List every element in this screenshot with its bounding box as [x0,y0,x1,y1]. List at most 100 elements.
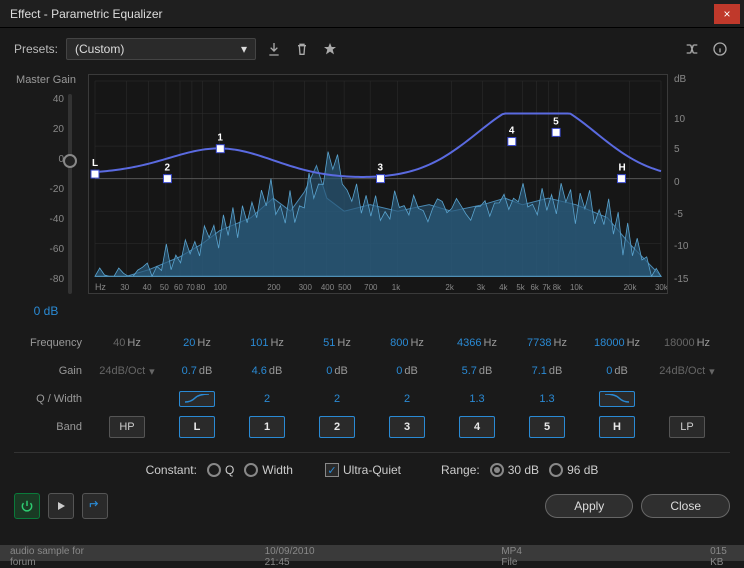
q-cell-3[interactable]: 2 [372,388,442,410]
freq-cell-3[interactable]: 800Hz [372,332,442,354]
svg-text:3: 3 [377,163,383,174]
band-button-HP[interactable]: HP [109,416,145,438]
freq-cell-2[interactable]: 51Hz [302,332,372,354]
power-button[interactable] [14,493,40,519]
q-cell-HP [92,388,162,410]
svg-text:6k: 6k [530,283,538,292]
low-shelf-icon [179,391,215,407]
svg-text:3k: 3k [477,283,485,292]
gain-cell-1[interactable]: 4.6dB [232,360,302,382]
radio-width[interactable]: Width [244,463,293,477]
gain-cell-HP[interactable]: 24dB/Oct▾ [92,360,162,382]
svg-text:30: 30 [120,283,129,292]
freq-cell-L[interactable]: 20Hz [162,332,232,354]
svg-text:4k: 4k [499,283,507,292]
band-button-LP[interactable]: LP [669,416,705,438]
shelf-high[interactable] [582,388,652,410]
row-gain-label: Gain [14,360,92,382]
gain-cell-2[interactable]: 0dB [302,360,372,382]
range-label: Range: [441,463,480,477]
radio-30db[interactable]: 30 dB [490,463,539,477]
eq-point-1[interactable] [216,145,224,153]
favorite-icon[interactable] [320,39,340,59]
high-shelf-icon [599,391,635,407]
info-icon[interactable] [710,39,730,59]
close-icon[interactable]: × [714,4,740,24]
row-band-label: Band [14,416,92,438]
band-button-3[interactable]: 3 [389,416,425,438]
svg-text:7k: 7k [542,283,550,292]
save-preset-icon[interactable] [264,39,284,59]
preset-value: (Custom) [75,42,124,56]
radio-96db[interactable]: 96 dB [549,463,598,477]
svg-text:30k: 30k [655,283,667,292]
gain-cell-LP[interactable]: 24dB/Oct▾ [652,360,722,382]
close-button[interactable]: Close [641,494,730,518]
shelf-low[interactable] [162,388,232,410]
eq-point-H[interactable] [617,175,625,183]
window-title: Effect - Parametric Equalizer [10,7,714,21]
svg-text:80: 80 [196,283,205,292]
q-cell-4[interactable]: 1.3 [442,388,512,410]
routing-icon[interactable] [682,39,702,59]
band-button-4[interactable]: 4 [459,416,495,438]
svg-text:1k: 1k [392,283,400,292]
svg-text:100: 100 [214,283,228,292]
svg-text:H: H [618,163,625,174]
q-cell-LP [652,388,722,410]
loop-button[interactable] [82,493,108,519]
gain-cell-H[interactable]: 0dB [582,360,652,382]
master-gain-knob[interactable] [63,154,77,168]
svg-text:500: 500 [338,283,352,292]
band-button-1[interactable]: 1 [249,416,285,438]
freq-cell-1[interactable]: 101Hz [232,332,302,354]
band-button-5[interactable]: 5 [529,416,565,438]
band-button-L[interactable]: L [179,416,215,438]
svg-text:5: 5 [553,116,559,127]
freq-cell-HP[interactable]: 40Hz [92,332,162,354]
band-button-H[interactable]: H [599,416,635,438]
svg-text:L: L [92,158,98,169]
gain-cell-L[interactable]: 0.7dB [162,360,232,382]
presets-label: Presets: [14,42,58,56]
svg-text:5k: 5k [516,283,524,292]
eq-point-L[interactable] [91,170,99,178]
play-button[interactable] [48,493,74,519]
gain-cell-3[interactable]: 0dB [372,360,442,382]
svg-text:2k: 2k [445,283,453,292]
band-button-2[interactable]: 2 [319,416,355,438]
gain-cell-4[interactable]: 5.7dB [442,360,512,382]
svg-text:300: 300 [299,283,313,292]
radio-q[interactable]: Q [207,463,234,477]
svg-text:20k: 20k [624,283,637,292]
q-cell-5[interactable]: 1.3 [512,388,582,410]
master-gain-value: 0 dB [14,304,78,318]
svg-text:700: 700 [364,283,378,292]
eq-point-4[interactable] [508,138,516,146]
freq-cell-H[interactable]: 18000Hz [582,332,652,354]
q-cell-1[interactable]: 2 [232,388,302,410]
freq-cell-5[interactable]: 7738Hz [512,332,582,354]
check-ultra-quiet[interactable]: ✓Ultra-Quiet [325,463,401,477]
master-gain-slider[interactable]: 40 20 0 -20 -40 -60 -80 [36,94,78,294]
svg-text:400: 400 [321,283,335,292]
constant-label: Constant: [146,463,197,477]
eq-point-3[interactable] [376,175,384,183]
eq-point-2[interactable] [163,175,171,183]
presets-dropdown[interactable]: (Custom) ▾ [66,38,256,60]
row-q-label: Q / Width [14,388,92,410]
freq-cell-4[interactable]: 4366Hz [442,332,512,354]
svg-text:10k: 10k [570,283,583,292]
svg-text:8k: 8k [553,283,561,292]
eq-point-5[interactable] [552,128,560,136]
eq-chart[interactable]: L21345HHz3040506070801002003004005007001… [88,74,668,294]
delete-preset-icon[interactable] [292,39,312,59]
gain-cell-5[interactable]: 7.1dB [512,360,582,382]
svg-text:1: 1 [217,133,223,144]
svg-text:2: 2 [164,163,170,174]
svg-text:60: 60 [174,283,183,292]
q-cell-2[interactable]: 2 [302,388,372,410]
svg-text:40: 40 [143,283,152,292]
apply-button[interactable]: Apply [545,494,633,518]
freq-cell-LP[interactable]: 18000Hz [652,332,722,354]
